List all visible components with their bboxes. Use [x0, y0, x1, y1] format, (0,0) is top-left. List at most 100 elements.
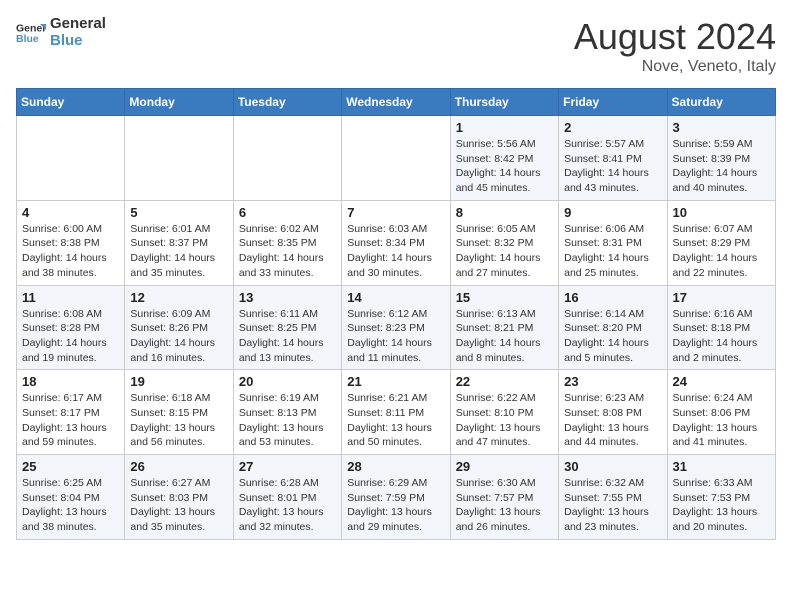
- day-info: Sunrise: 5:59 AM Sunset: 8:39 PM Dayligh…: [673, 137, 770, 196]
- day-number: 31: [673, 459, 770, 474]
- day-number: 16: [564, 290, 661, 305]
- week-row-2: 11 Sunrise: 6:08 AM Sunset: 8:28 PM Dayli…: [17, 285, 776, 370]
- day-number: 7: [347, 205, 444, 220]
- day-number: 21: [347, 374, 444, 389]
- header-cell-friday: Friday: [559, 89, 667, 116]
- day-cell: 30 Sunrise: 6:32 AM Sunset: 7:55 PM Dayli…: [559, 455, 667, 540]
- day-number: 1: [456, 120, 553, 135]
- day-number: 25: [22, 459, 119, 474]
- day-info: Sunrise: 6:19 AM Sunset: 8:13 PM Dayligh…: [239, 391, 336, 450]
- page-header: General Blue General Blue August 2024 No…: [16, 16, 776, 76]
- calendar-table: SundayMondayTuesdayWednesdayThursdayFrid…: [16, 88, 776, 540]
- day-cell: 8 Sunrise: 6:05 AM Sunset: 8:32 PM Daylig…: [450, 200, 558, 285]
- day-number: 6: [239, 205, 336, 220]
- day-number: 13: [239, 290, 336, 305]
- day-number: 24: [673, 374, 770, 389]
- day-number: 17: [673, 290, 770, 305]
- day-info: Sunrise: 6:02 AM Sunset: 8:35 PM Dayligh…: [239, 222, 336, 281]
- week-row-0: 1 Sunrise: 5:56 AM Sunset: 8:42 PM Daylig…: [17, 116, 776, 201]
- header-cell-thursday: Thursday: [450, 89, 558, 116]
- day-cell: 21 Sunrise: 6:21 AM Sunset: 8:11 PM Dayli…: [342, 370, 450, 455]
- day-info: Sunrise: 6:00 AM Sunset: 8:38 PM Dayligh…: [22, 222, 119, 281]
- day-info: Sunrise: 6:23 AM Sunset: 8:08 PM Dayligh…: [564, 391, 661, 450]
- day-cell: 22 Sunrise: 6:22 AM Sunset: 8:10 PM Dayli…: [450, 370, 558, 455]
- day-number: 2: [564, 120, 661, 135]
- day-info: Sunrise: 6:25 AM Sunset: 8:04 PM Dayligh…: [22, 476, 119, 535]
- day-cell: 15Sunrise: 6:13 AM Sunset: 8:21 PM Dayli…: [450, 285, 558, 370]
- day-info: Sunrise: 5:56 AM Sunset: 8:42 PM Dayligh…: [456, 137, 553, 196]
- main-title: August 2024: [574, 16, 776, 58]
- day-info: Sunrise: 6:05 AM Sunset: 8:32 PM Dayligh…: [456, 222, 553, 281]
- calendar-header: SundayMondayTuesdayWednesdayThursdayFrid…: [17, 89, 776, 116]
- day-number: 14: [347, 290, 444, 305]
- day-number: 22: [456, 374, 553, 389]
- day-cell: 24 Sunrise: 6:24 AM Sunset: 8:06 PM Dayli…: [667, 370, 775, 455]
- day-number: 4: [22, 205, 119, 220]
- day-number: 18: [22, 374, 119, 389]
- header-cell-saturday: Saturday: [667, 89, 775, 116]
- day-number: 30: [564, 459, 661, 474]
- day-info: Sunrise: 6:11 AM Sunset: 8:25 PM Dayligh…: [239, 307, 336, 366]
- day-info: Sunrise: 6:12 AM Sunset: 8:23 PM Dayligh…: [347, 307, 444, 366]
- day-cell: 12 Sunrise: 6:09 AM Sunset: 8:26 PM Dayli…: [125, 285, 233, 370]
- title-block: August 2024 Nove, Veneto, Italy: [574, 16, 776, 76]
- day-cell: 10 Sunrise: 6:07 AM Sunset: 8:29 PM Dayli…: [667, 200, 775, 285]
- day-cell: 23Sunrise: 6:23 AM Sunset: 8:08 PM Dayli…: [559, 370, 667, 455]
- week-row-3: 18Sunrise: 6:17 AM Sunset: 8:17 PM Dayli…: [17, 370, 776, 455]
- day-cell: 19Sunrise: 6:18 AM Sunset: 8:15 PM Dayli…: [125, 370, 233, 455]
- day-info: Sunrise: 6:29 AM Sunset: 7:59 PM Dayligh…: [347, 476, 444, 535]
- header-cell-monday: Monday: [125, 89, 233, 116]
- day-info: Sunrise: 6:09 AM Sunset: 8:26 PM Dayligh…: [130, 307, 227, 366]
- day-number: 29: [456, 459, 553, 474]
- day-cell: 9Sunrise: 6:06 AM Sunset: 8:31 PM Daylig…: [559, 200, 667, 285]
- day-cell: [342, 116, 450, 201]
- day-number: 8: [456, 205, 553, 220]
- day-number: 3: [673, 120, 770, 135]
- day-cell: 2 Sunrise: 5:57 AM Sunset: 8:41 PM Daylig…: [559, 116, 667, 201]
- day-info: Sunrise: 6:22 AM Sunset: 8:10 PM Dayligh…: [456, 391, 553, 450]
- day-number: 19: [130, 374, 227, 389]
- header-cell-sunday: Sunday: [17, 89, 125, 116]
- day-info: Sunrise: 6:14 AM Sunset: 8:20 PM Dayligh…: [564, 307, 661, 366]
- day-info: Sunrise: 6:07 AM Sunset: 8:29 PM Dayligh…: [673, 222, 770, 281]
- day-info: Sunrise: 5:57 AM Sunset: 8:41 PM Dayligh…: [564, 137, 661, 196]
- day-number: 12: [130, 290, 227, 305]
- day-cell: 14 Sunrise: 6:12 AM Sunset: 8:23 PM Dayli…: [342, 285, 450, 370]
- day-cell: 25 Sunrise: 6:25 AM Sunset: 8:04 PM Dayli…: [17, 455, 125, 540]
- day-cell: 5 Sunrise: 6:01 AM Sunset: 8:37 PM Daylig…: [125, 200, 233, 285]
- day-info: Sunrise: 6:21 AM Sunset: 8:11 PM Dayligh…: [347, 391, 444, 450]
- day-number: 11: [22, 290, 119, 305]
- day-info: Sunrise: 6:27 AM Sunset: 8:03 PM Dayligh…: [130, 476, 227, 535]
- day-info: Sunrise: 6:01 AM Sunset: 8:37 PM Dayligh…: [130, 222, 227, 281]
- svg-text:Blue: Blue: [16, 33, 39, 45]
- day-cell: 18Sunrise: 6:17 AM Sunset: 8:17 PM Dayli…: [17, 370, 125, 455]
- day-number: 28: [347, 459, 444, 474]
- day-cell: 6 Sunrise: 6:02 AM Sunset: 8:35 PM Daylig…: [233, 200, 341, 285]
- logo-icon: General Blue: [16, 18, 46, 48]
- calendar-body: 1 Sunrise: 5:56 AM Sunset: 8:42 PM Daylig…: [17, 116, 776, 540]
- logo: General Blue General Blue: [16, 16, 106, 49]
- day-cell: 16 Sunrise: 6:14 AM Sunset: 8:20 PM Dayli…: [559, 285, 667, 370]
- day-info: Sunrise: 6:33 AM Sunset: 7:53 PM Dayligh…: [673, 476, 770, 535]
- day-cell: 29Sunrise: 6:30 AM Sunset: 7:57 PM Dayli…: [450, 455, 558, 540]
- day-info: Sunrise: 6:08 AM Sunset: 8:28 PM Dayligh…: [22, 307, 119, 366]
- day-cell: 3 Sunrise: 5:59 AM Sunset: 8:39 PM Daylig…: [667, 116, 775, 201]
- day-info: Sunrise: 6:32 AM Sunset: 7:55 PM Dayligh…: [564, 476, 661, 535]
- day-cell: 7Sunrise: 6:03 AM Sunset: 8:34 PM Daylig…: [342, 200, 450, 285]
- day-cell: 4 Sunrise: 6:00 AM Sunset: 8:38 PM Daylig…: [17, 200, 125, 285]
- header-cell-wednesday: Wednesday: [342, 89, 450, 116]
- day-cell: [125, 116, 233, 201]
- day-number: 26: [130, 459, 227, 474]
- day-info: Sunrise: 6:24 AM Sunset: 8:06 PM Dayligh…: [673, 391, 770, 450]
- day-cell: [233, 116, 341, 201]
- day-cell: 11 Sunrise: 6:08 AM Sunset: 8:28 PM Dayli…: [17, 285, 125, 370]
- day-number: 5: [130, 205, 227, 220]
- day-number: 10: [673, 205, 770, 220]
- day-cell: 13 Sunrise: 6:11 AM Sunset: 8:25 PM Dayli…: [233, 285, 341, 370]
- day-info: Sunrise: 6:28 AM Sunset: 8:01 PM Dayligh…: [239, 476, 336, 535]
- day-cell: 17 Sunrise: 6:16 AM Sunset: 8:18 PM Dayli…: [667, 285, 775, 370]
- day-number: 9: [564, 205, 661, 220]
- header-row: SundayMondayTuesdayWednesdayThursdayFrid…: [17, 89, 776, 116]
- day-info: Sunrise: 6:16 AM Sunset: 8:18 PM Dayligh…: [673, 307, 770, 366]
- day-cell: 28 Sunrise: 6:29 AM Sunset: 7:59 PM Dayli…: [342, 455, 450, 540]
